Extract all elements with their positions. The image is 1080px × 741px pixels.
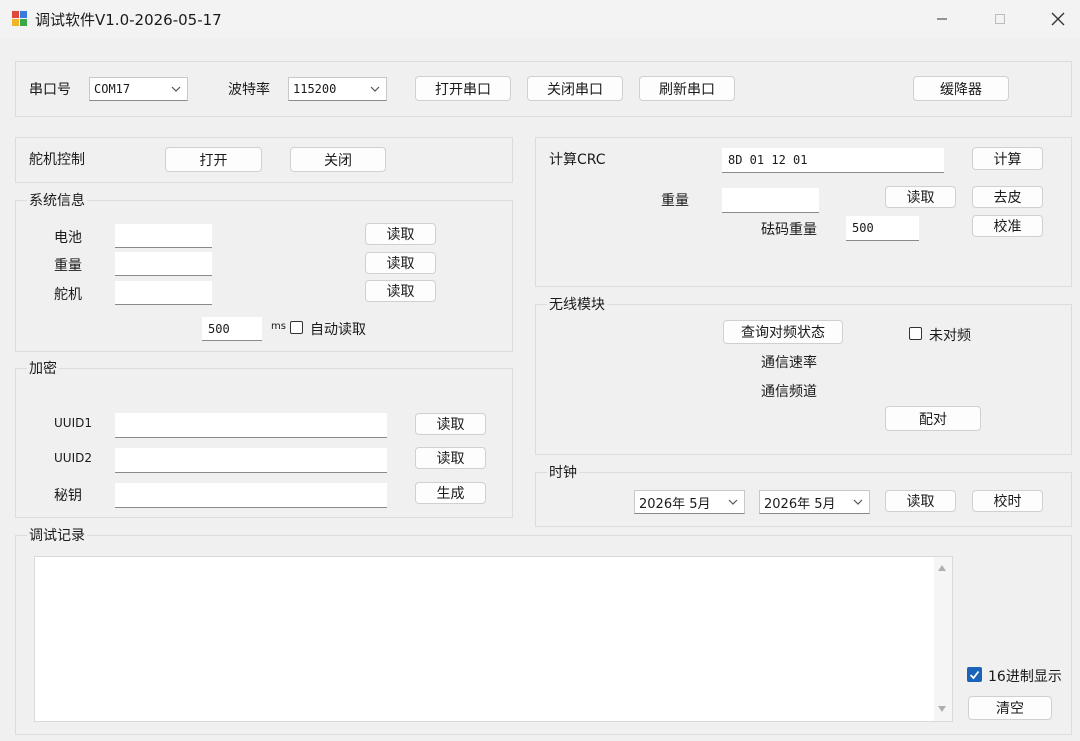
system-info-legend: 系统信息 — [27, 190, 87, 210]
calibrate-button[interactable]: 校准 — [972, 215, 1043, 237]
crc-calc-button[interactable]: 计算 — [972, 147, 1043, 170]
port-select[interactable]: COM17 — [89, 77, 188, 101]
clock-sync-button[interactable]: 校时 — [972, 490, 1043, 512]
maximize-icon — [995, 14, 1005, 24]
debug-log-legend: 调试记录 — [27, 525, 87, 545]
servo-close-button[interactable]: 关闭 — [290, 147, 386, 172]
encryption-legend: 加密 — [27, 358, 59, 378]
debug-log-textarea[interactable] — [34, 556, 953, 722]
uuid2-field[interactable] — [115, 448, 387, 473]
crc-input[interactable] — [722, 148, 944, 173]
weight-read-button[interactable]: 读取 — [365, 252, 436, 274]
battery-field[interactable] — [115, 224, 212, 248]
servo-status-field[interactable] — [115, 281, 212, 305]
minimize-icon — [937, 18, 947, 20]
comm-channel-label: 通信频道 — [761, 384, 817, 400]
scale-read-button[interactable]: 读取 — [885, 186, 956, 208]
date-picker-2[interactable]: 2026年 5月 — [759, 490, 870, 514]
close-port-button[interactable]: 关闭串口 — [527, 76, 623, 101]
paired-status-label: 未对频 — [929, 328, 971, 344]
key-field[interactable] — [115, 483, 387, 508]
close-icon — [1051, 12, 1065, 26]
uuid2-read-button[interactable]: 读取 — [415, 447, 486, 469]
scale-weight-label: 重量 — [661, 193, 689, 209]
maximize-button[interactable] — [978, 4, 1022, 34]
date-picker-1-value: 2026年 5月 — [639, 496, 711, 512]
ref-weight-input[interactable] — [846, 216, 919, 241]
chevron-down-icon — [370, 86, 380, 92]
log-scrollbar[interactable] — [934, 557, 952, 721]
ref-weight-label: 砝码重量 — [761, 222, 817, 238]
chevron-down-icon — [728, 499, 738, 505]
descender-button[interactable]: 缓降器 — [913, 76, 1009, 101]
minimize-button[interactable] — [920, 4, 964, 34]
scale-weight-field[interactable] — [722, 188, 819, 213]
window-title: 调试软件V1.0-2026-05-17 — [35, 11, 222, 29]
comm-rate-label: 通信速率 — [761, 355, 817, 371]
baud-value: 115200 — [293, 82, 337, 96]
baud-select[interactable]: 115200 — [288, 77, 387, 101]
servo-panel — [15, 137, 513, 183]
servo-control-label: 舵机控制 — [29, 152, 85, 168]
open-port-button[interactable]: 打开串口 — [415, 76, 511, 101]
chevron-down-icon — [171, 86, 181, 92]
uuid1-read-button[interactable]: 读取 — [415, 413, 486, 435]
battery-label: 电池 — [54, 230, 82, 246]
generate-key-button[interactable]: 生成 — [415, 482, 486, 504]
close-window-button[interactable] — [1036, 4, 1080, 34]
weight-label: 重量 — [54, 258, 82, 274]
key-label: 秘钥 — [54, 488, 82, 504]
refresh-port-button[interactable]: 刷新串口 — [639, 76, 735, 101]
system-info-panel — [15, 200, 513, 352]
hex-display-checkbox[interactable] — [967, 667, 982, 682]
baud-label: 波特率 — [228, 82, 270, 98]
wireless-legend: 无线模块 — [547, 294, 607, 314]
uuid2-label: UUID2 — [54, 451, 92, 465]
clock-legend: 时钟 — [547, 462, 579, 482]
uuid1-label: UUID1 — [54, 416, 92, 430]
servo-status-label: 舵机 — [54, 287, 82, 303]
servo-open-button[interactable]: 打开 — [165, 147, 262, 172]
hex-display-label: 16进制显示 — [988, 669, 1062, 685]
auto-read-checkbox[interactable] — [290, 321, 303, 334]
chevron-down-icon — [853, 499, 863, 505]
interval-input[interactable] — [202, 317, 262, 341]
auto-read-label: 自动读取 — [310, 322, 366, 338]
tare-button[interactable]: 去皮 — [972, 186, 1043, 208]
checkmark-icon — [969, 670, 980, 680]
clock-read-button[interactable]: 读取 — [885, 490, 956, 512]
crc-label: 计算CRC — [549, 152, 606, 168]
uuid1-field[interactable] — [115, 413, 387, 438]
date-picker-2-value: 2026年 5月 — [764, 496, 836, 512]
date-picker-1[interactable]: 2026年 5月 — [634, 490, 745, 514]
port-value: COM17 — [94, 82, 131, 96]
query-pairing-button[interactable]: 查询对频状态 — [723, 320, 843, 344]
servo-read-button[interactable]: 读取 — [365, 280, 436, 302]
interval-unit: ms — [271, 321, 286, 332]
pair-button[interactable]: 配对 — [885, 406, 981, 431]
scroll-down-icon[interactable] — [937, 705, 947, 713]
weight-field[interactable] — [115, 252, 212, 276]
battery-read-button[interactable]: 读取 — [365, 223, 436, 245]
app-icon — [12, 11, 28, 27]
port-label: 串口号 — [29, 82, 71, 98]
paired-status-checkbox[interactable] — [909, 327, 922, 340]
clear-log-button[interactable]: 清空 — [968, 696, 1052, 720]
scroll-up-icon[interactable] — [937, 564, 947, 572]
